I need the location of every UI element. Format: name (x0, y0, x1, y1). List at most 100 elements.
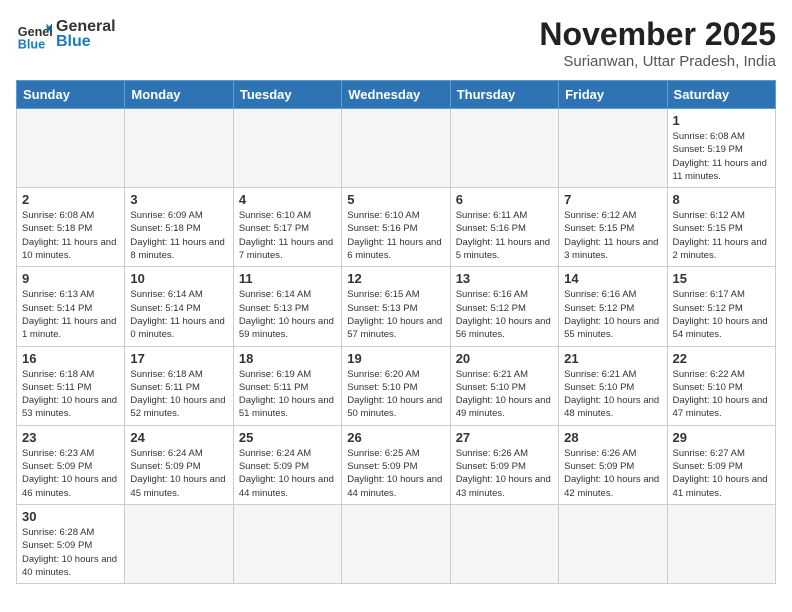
day-info: Sunrise: 6:26 AM Sunset: 5:09 PM Dayligh… (456, 447, 553, 500)
day-info: Sunrise: 6:21 AM Sunset: 5:10 PM Dayligh… (564, 368, 661, 421)
day-info: Sunrise: 6:24 AM Sunset: 5:09 PM Dayligh… (130, 447, 227, 500)
day-info: Sunrise: 6:10 AM Sunset: 5:16 PM Dayligh… (347, 209, 444, 262)
day-info: Sunrise: 6:13 AM Sunset: 5:14 PM Dayligh… (22, 288, 119, 341)
logo: General Blue General Blue (16, 16, 116, 52)
weekday-header-wednesday: Wednesday (342, 81, 450, 109)
calendar-cell: 14 Sunrise: 6:16 AM Sunset: 5:12 PM Dayli… (559, 267, 667, 346)
day-number: 1 (673, 113, 770, 128)
week-row-6: 30Sunrise: 6:28 AM Sunset: 5:09 PM Dayli… (17, 504, 776, 583)
calendar-cell (125, 109, 233, 188)
day-info: Sunrise: 6:18 AM Sunset: 5:11 PM Dayligh… (130, 368, 227, 421)
weekday-header-friday: Friday (559, 81, 667, 109)
day-number: 4 (239, 192, 336, 207)
calendar-cell: 7 Sunrise: 6:12 AM Sunset: 5:15 PM Daylig… (559, 188, 667, 267)
week-row-1: 1Sunrise: 6:08 AM Sunset: 5:19 PM Daylig… (17, 109, 776, 188)
calendar-cell: 25Sunrise: 6:24 AM Sunset: 5:09 PM Dayli… (233, 425, 341, 504)
day-number: 12 (347, 271, 444, 286)
day-number: 14 (564, 271, 661, 286)
day-info: Sunrise: 6:25 AM Sunset: 5:09 PM Dayligh… (347, 447, 444, 500)
day-info: Sunrise: 6:20 AM Sunset: 5:10 PM Dayligh… (347, 368, 444, 421)
calendar-cell: 27Sunrise: 6:26 AM Sunset: 5:09 PM Dayli… (450, 425, 558, 504)
month-title: November 2025 (539, 16, 776, 53)
day-info: Sunrise: 6:16 AM Sunset: 5:12 PM Dayligh… (456, 288, 553, 341)
calendar-cell: 12 Sunrise: 6:15 AM Sunset: 5:13 PM Dayli… (342, 267, 450, 346)
calendar-cell: 5 Sunrise: 6:10 AM Sunset: 5:16 PM Daylig… (342, 188, 450, 267)
day-number: 20 (456, 351, 553, 366)
calendar-cell: 15Sunrise: 6:17 AM Sunset: 5:12 PM Dayli… (667, 267, 775, 346)
day-number: 9 (22, 271, 119, 286)
calendar-cell: 8Sunrise: 6:12 AM Sunset: 5:15 PM Daylig… (667, 188, 775, 267)
day-info: Sunrise: 6:12 AM Sunset: 5:15 PM Dayligh… (564, 209, 661, 262)
day-number: 21 (564, 351, 661, 366)
day-info: Sunrise: 6:09 AM Sunset: 5:18 PM Dayligh… (130, 209, 227, 262)
calendar-cell (342, 504, 450, 583)
calendar-cell (17, 109, 125, 188)
day-info: Sunrise: 6:26 AM Sunset: 5:09 PM Dayligh… (564, 447, 661, 500)
day-number: 5 (347, 192, 444, 207)
day-info: Sunrise: 6:28 AM Sunset: 5:09 PM Dayligh… (22, 526, 119, 579)
calendar-cell: 21 Sunrise: 6:21 AM Sunset: 5:10 PM Dayli… (559, 346, 667, 425)
day-info: Sunrise: 6:10 AM Sunset: 5:17 PM Dayligh… (239, 209, 336, 262)
day-info: Sunrise: 6:22 AM Sunset: 5:10 PM Dayligh… (673, 368, 770, 421)
week-row-3: 9 Sunrise: 6:13 AM Sunset: 5:14 PM Daylig… (17, 267, 776, 346)
day-number: 3 (130, 192, 227, 207)
calendar-cell: 11Sunrise: 6:14 AM Sunset: 5:13 PM Dayli… (233, 267, 341, 346)
calendar-cell (342, 109, 450, 188)
day-number: 25 (239, 430, 336, 445)
calendar-cell: 4 Sunrise: 6:10 AM Sunset: 5:17 PM Daylig… (233, 188, 341, 267)
day-number: 10 (130, 271, 227, 286)
day-number: 29 (673, 430, 770, 445)
calendar-cell: 6 Sunrise: 6:11 AM Sunset: 5:16 PM Daylig… (450, 188, 558, 267)
calendar-cell: 22 Sunrise: 6:22 AM Sunset: 5:10 PM Dayli… (667, 346, 775, 425)
day-info: Sunrise: 6:23 AM Sunset: 5:09 PM Dayligh… (22, 447, 119, 500)
calendar-cell (667, 504, 775, 583)
day-info: Sunrise: 6:15 AM Sunset: 5:13 PM Dayligh… (347, 288, 444, 341)
calendar-cell (450, 109, 558, 188)
day-number: 28 (564, 430, 661, 445)
calendar-cell (233, 109, 341, 188)
calendar-cell: 28 Sunrise: 6:26 AM Sunset: 5:09 PM Dayli… (559, 425, 667, 504)
location-subtitle: Surianwan, Uttar Pradesh, India (539, 53, 776, 70)
calendar-cell (559, 109, 667, 188)
day-number: 26 (347, 430, 444, 445)
calendar-cell (450, 504, 558, 583)
day-info: Sunrise: 6:14 AM Sunset: 5:13 PM Dayligh… (239, 288, 336, 341)
day-info: Sunrise: 6:12 AM Sunset: 5:15 PM Dayligh… (673, 209, 770, 262)
calendar-cell: 2Sunrise: 6:08 AM Sunset: 5:18 PM Daylig… (17, 188, 125, 267)
calendar-cell: 10 Sunrise: 6:14 AM Sunset: 5:14 PM Dayli… (125, 267, 233, 346)
day-info: Sunrise: 6:11 AM Sunset: 5:16 PM Dayligh… (456, 209, 553, 262)
day-number: 15 (673, 271, 770, 286)
day-number: 22 (673, 351, 770, 366)
day-info: Sunrise: 6:27 AM Sunset: 5:09 PM Dayligh… (673, 447, 770, 500)
header: General Blue General Blue November 2025 … (16, 16, 776, 70)
weekday-header-monday: Monday (125, 81, 233, 109)
calendar-cell: 29 Sunrise: 6:27 AM Sunset: 5:09 PM Dayli… (667, 425, 775, 504)
day-number: 19 (347, 351, 444, 366)
day-number: 6 (456, 192, 553, 207)
week-row-5: 23Sunrise: 6:23 AM Sunset: 5:09 PM Dayli… (17, 425, 776, 504)
day-number: 2 (22, 192, 119, 207)
calendar-cell (559, 504, 667, 583)
day-number: 13 (456, 271, 553, 286)
day-number: 18 (239, 351, 336, 366)
calendar-cell: 16Sunrise: 6:18 AM Sunset: 5:11 PM Dayli… (17, 346, 125, 425)
weekday-header-saturday: Saturday (667, 81, 775, 109)
svg-text:Blue: Blue (18, 37, 45, 51)
calendar-cell: 26 Sunrise: 6:25 AM Sunset: 5:09 PM Dayli… (342, 425, 450, 504)
weekday-header-row: SundayMondayTuesdayWednesdayThursdayFrid… (17, 81, 776, 109)
week-row-2: 2Sunrise: 6:08 AM Sunset: 5:18 PM Daylig… (17, 188, 776, 267)
calendar-cell: 19 Sunrise: 6:20 AM Sunset: 5:10 PM Dayli… (342, 346, 450, 425)
day-number: 7 (564, 192, 661, 207)
calendar-cell: 1Sunrise: 6:08 AM Sunset: 5:19 PM Daylig… (667, 109, 775, 188)
calendar-cell: 9 Sunrise: 6:13 AM Sunset: 5:14 PM Daylig… (17, 267, 125, 346)
calendar-cell: 13 Sunrise: 6:16 AM Sunset: 5:12 PM Dayli… (450, 267, 558, 346)
calendar-cell (233, 504, 341, 583)
day-number: 17 (130, 351, 227, 366)
weekday-header-thursday: Thursday (450, 81, 558, 109)
calendar-cell: 20Sunrise: 6:21 AM Sunset: 5:10 PM Dayli… (450, 346, 558, 425)
calendar-cell: 23Sunrise: 6:23 AM Sunset: 5:09 PM Dayli… (17, 425, 125, 504)
calendar-cell: 17 Sunrise: 6:18 AM Sunset: 5:11 PM Dayli… (125, 346, 233, 425)
day-number: 16 (22, 351, 119, 366)
day-info: Sunrise: 6:16 AM Sunset: 5:12 PM Dayligh… (564, 288, 661, 341)
day-info: Sunrise: 6:14 AM Sunset: 5:14 PM Dayligh… (130, 288, 227, 341)
